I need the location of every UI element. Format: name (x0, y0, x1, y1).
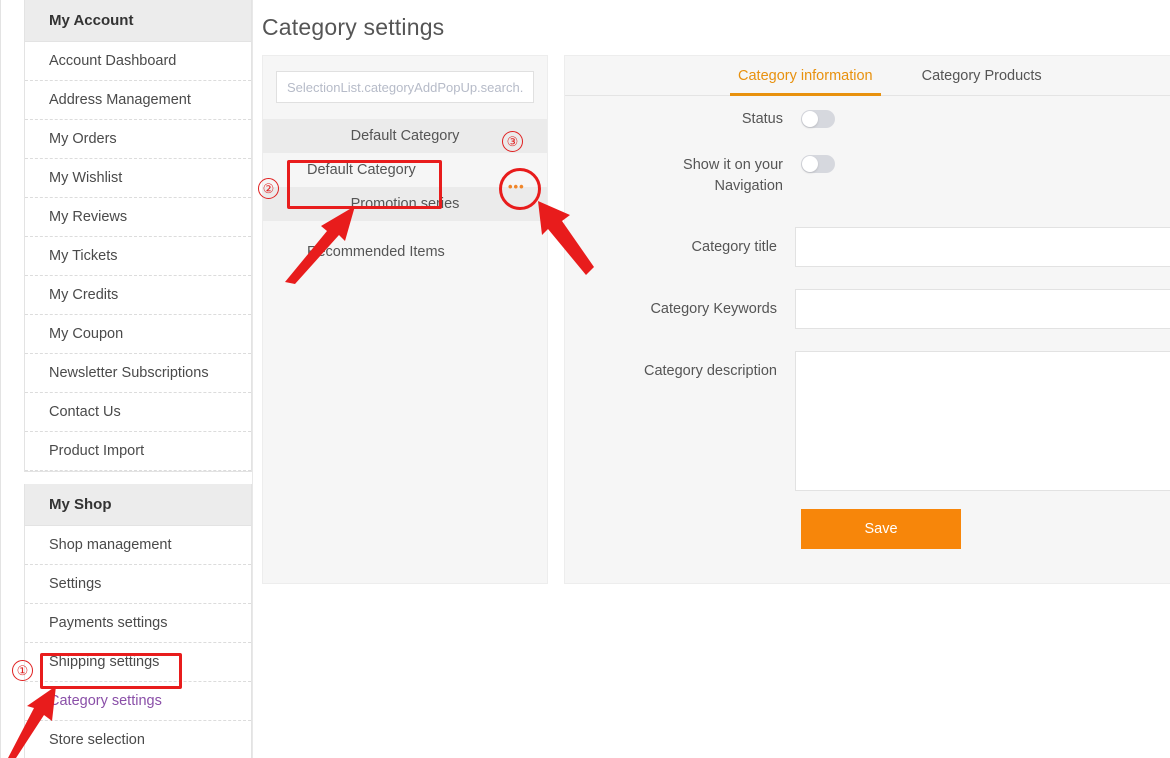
category-row-default-category-parent[interactable]: Default Category (263, 119, 547, 153)
label-category-keywords: Category Keywords (650, 301, 777, 317)
sidebar-block-my-account: My Account Account Dashboard Address Man… (24, 0, 252, 472)
label-show-on-navigation: Show it on your Navigation (565, 155, 801, 197)
sidebar-item-newsletter-subscriptions[interactable]: Newsletter Subscriptions (25, 354, 251, 393)
sidebar-item-my-reviews[interactable]: My Reviews (25, 198, 251, 237)
label-show-on-navigation-line1: Show it on your (683, 157, 783, 173)
sidebar-item-settings[interactable]: Settings (25, 565, 251, 604)
category-title-input[interactable] (794, 227, 1170, 267)
field-row-category-description: Category description (565, 351, 1170, 491)
sidebar-item-address-management[interactable]: Address Management (25, 81, 251, 120)
sidebar-item-category-settings[interactable]: Category settings (25, 682, 251, 721)
sidebar-item-product-import[interactable]: Product Import (25, 432, 251, 471)
field-row-category-keywords: Category Keywords (565, 289, 1170, 329)
category-list: Default Category Default Category Promot… (263, 119, 547, 269)
sidebar-item-account-dashboard[interactable]: Account Dashboard (25, 42, 251, 81)
field-row-category-title: Category title (565, 227, 1170, 267)
category-search-input[interactable] (276, 71, 534, 103)
show-on-navigation-toggle[interactable] (801, 155, 835, 173)
category-form-panel: Category information Category Products S… (564, 55, 1170, 584)
field-row-show-on-navigation: Show it on your Navigation (565, 155, 1170, 197)
form-body: Status Show it on your Navigation Catego… (565, 96, 1170, 549)
sidebar-item-shipping-settings[interactable]: Shipping settings (25, 643, 251, 682)
tab-category-products[interactable]: Category Products (914, 68, 1050, 96)
form-tabs: Category information Category Products (565, 56, 1170, 96)
category-keywords-input[interactable] (794, 289, 1170, 329)
category-list-spacer (263, 221, 547, 235)
category-row-promotion-series[interactable]: Promotion series (263, 187, 547, 221)
category-list-panel: Default Category Default Category Promot… (262, 55, 548, 584)
sidebar-header-my-shop: My Shop (25, 484, 251, 526)
sidebar-header-my-account: My Account (25, 0, 251, 42)
category-description-textarea[interactable] (794, 351, 1170, 491)
field-row-status: Status (565, 110, 1170, 129)
sidebar-left-rule (0, 0, 1, 758)
status-toggle[interactable] (801, 110, 835, 128)
sidebar-right-rule (252, 0, 253, 758)
sidebar-item-my-wishlist[interactable]: My Wishlist (25, 159, 251, 198)
sidebar: My Account Account Dashboard Address Man… (24, 0, 252, 758)
sidebar-item-payments-settings[interactable]: Payments settings (25, 604, 251, 643)
sidebar-item-my-credits[interactable]: My Credits (25, 276, 251, 315)
category-row-recommended-items[interactable]: Recommended Items (263, 235, 547, 269)
status-toggle-knob (802, 111, 818, 127)
category-row-default-category-child[interactable]: Default Category (263, 153, 547, 187)
label-category-description: Category description (643, 363, 777, 379)
sidebar-item-my-tickets[interactable]: My Tickets (25, 237, 251, 276)
show-on-navigation-toggle-knob (802, 156, 818, 172)
label-show-on-navigation-line2: Navigation (714, 178, 783, 194)
label-status: Status (741, 111, 783, 127)
sidebar-item-shop-management[interactable]: Shop management (25, 526, 251, 565)
sidebar-item-my-coupon[interactable]: My Coupon (25, 315, 251, 354)
app-root: Category settings My Account Account Das… (0, 0, 1170, 758)
label-category-title: Category title (691, 239, 777, 255)
save-button-wrap: Save (565, 509, 1170, 549)
tab-category-information[interactable]: Category information (730, 68, 881, 96)
category-more-options-icon[interactable]: ••• (508, 180, 525, 193)
save-button[interactable]: Save (801, 509, 961, 549)
page-title: Category settings (262, 14, 445, 40)
sidebar-item-store-selection[interactable]: Store selection (25, 721, 251, 758)
sidebar-block-my-shop: My Shop Shop management Settings Payment… (24, 484, 252, 758)
sidebar-item-contact-us[interactable]: Contact Us (25, 393, 251, 432)
sidebar-item-my-orders[interactable]: My Orders (25, 120, 251, 159)
